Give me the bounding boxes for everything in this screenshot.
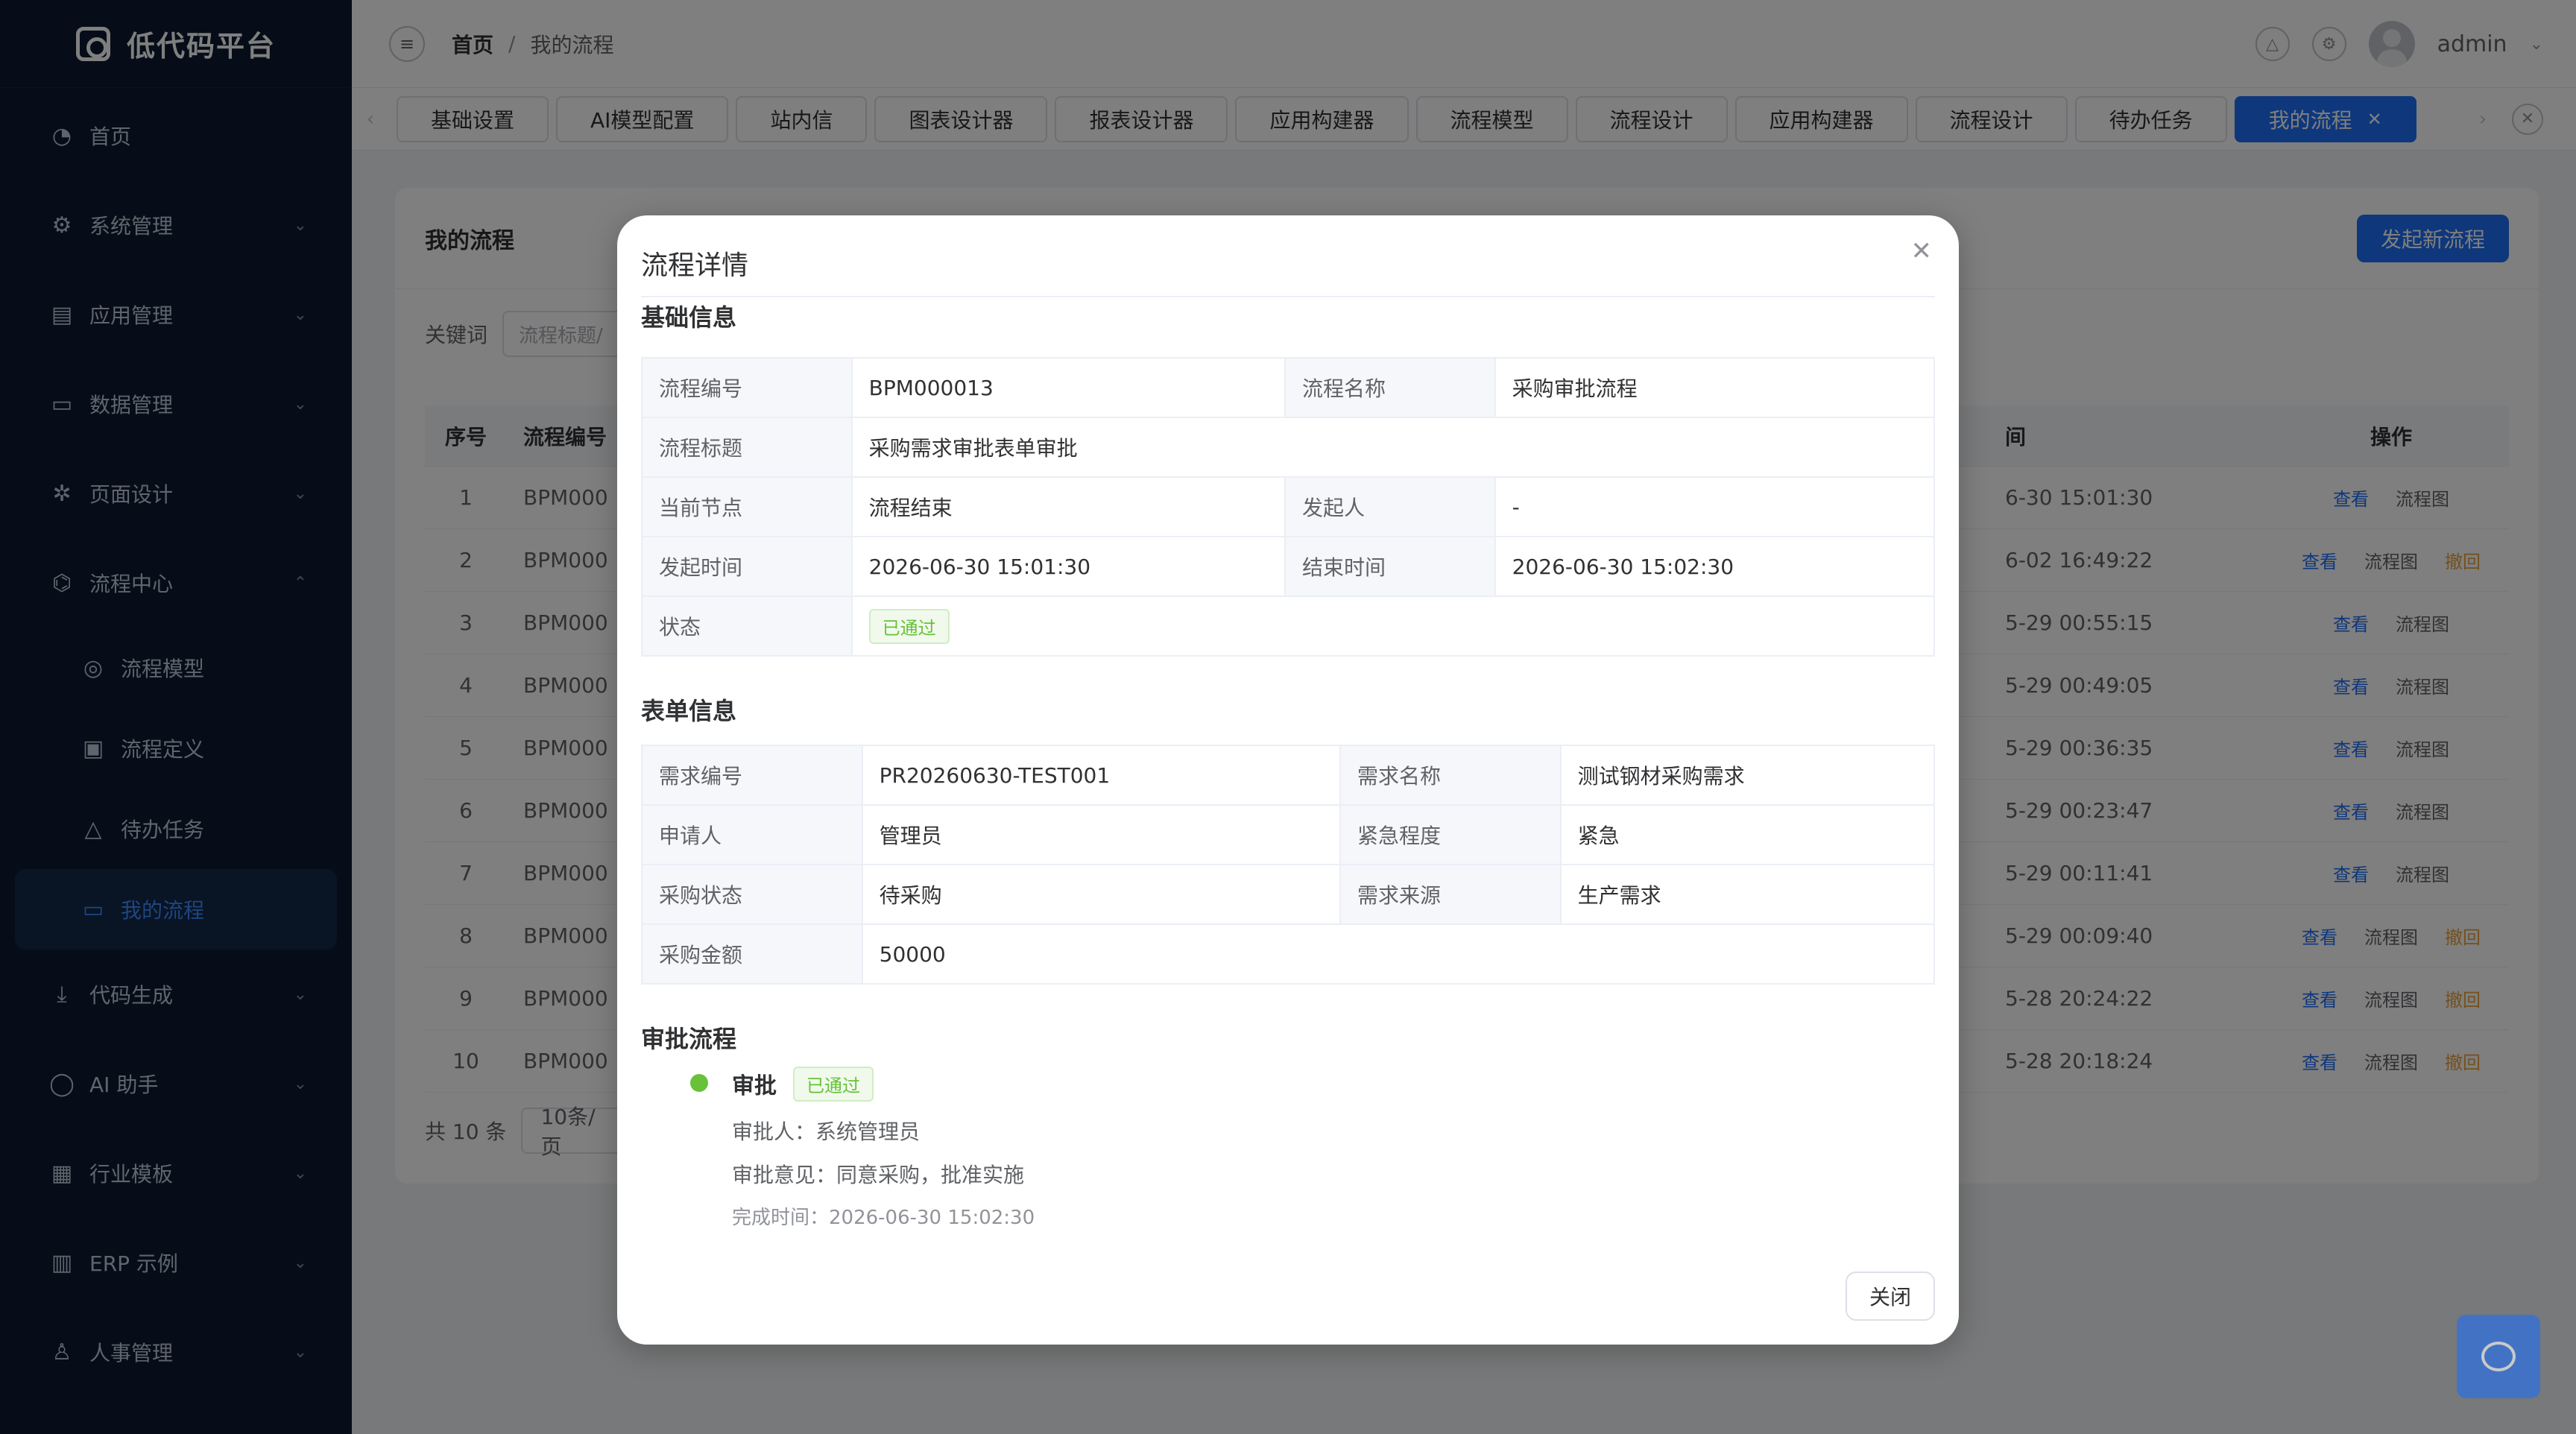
value-end-time: 2026-06-30 15:02:30 xyxy=(1494,536,1936,597)
modal-divider xyxy=(641,296,1935,297)
label-current-node: 当前节点 xyxy=(641,476,853,537)
form-info-table: 需求编号 PR20260630-TEST001 需求名称 测试钢材采购需求 申请… xyxy=(641,745,1936,985)
value-amount: 50000 xyxy=(861,923,1936,985)
approver-text: 审批人：系统管理员 xyxy=(732,1119,921,1144)
chat-icon xyxy=(2481,1342,2516,1371)
flow-detail-modal: 流程详情 ✕ 基础信息 流程编号 BPM000013 流程名称 采购审批流程 流… xyxy=(617,215,1959,1345)
label-urgency: 紧急程度 xyxy=(1339,804,1562,865)
status-badge: 已通过 xyxy=(868,608,950,644)
label-amount: 采购金额 xyxy=(641,923,863,985)
value-applicant: 管理员 xyxy=(861,804,1342,865)
value-req-no: PR20260630-TEST001 xyxy=(861,745,1342,806)
opinion-text: 审批意见：同意采购，批准实施 xyxy=(732,1163,1025,1187)
timeline-status-badge: 已通过 xyxy=(793,1066,874,1102)
close-button[interactable]: 关闭 xyxy=(1845,1272,1935,1321)
value-flow-title: 采购需求审批表单审批 xyxy=(850,417,1936,478)
label-end-time: 结束时间 xyxy=(1284,536,1496,597)
label-flow-code: 流程编号 xyxy=(641,357,853,418)
value-urgency: 紧急 xyxy=(1559,804,1936,865)
value-flow-name: 采购审批流程 xyxy=(1494,357,1936,418)
timeline-dot xyxy=(690,1074,708,1092)
close-icon[interactable]: ✕ xyxy=(1911,236,1933,266)
label-flow-title: 流程标题 xyxy=(641,417,853,478)
label-applicant: 申请人 xyxy=(641,804,863,865)
label-req-no: 需求编号 xyxy=(641,745,863,806)
value-start-time: 2026-06-30 15:01:30 xyxy=(850,536,1287,597)
modal-title: 流程详情 xyxy=(641,250,749,281)
chat-float-button[interactable] xyxy=(2457,1315,2540,1398)
finish-time-text: 完成时间：2026-06-30 15:02:30 xyxy=(732,1207,1035,1229)
label-flow-name: 流程名称 xyxy=(1284,357,1496,418)
approval-flow-title: 审批流程 xyxy=(641,1025,737,1053)
value-status: 已通过 xyxy=(850,596,1936,657)
label-start-time: 发起时间 xyxy=(641,536,853,597)
value-starter: - xyxy=(1494,476,1936,537)
value-req-name: 测试钢材采购需求 xyxy=(1559,745,1936,806)
timeline-node-title: 审批 xyxy=(732,1073,777,1099)
approval-timeline: 审批 已通过 审批人：系统管理员 审批意见：同意采购，批准实施 完成时间：202… xyxy=(690,1065,1035,1230)
value-current-node: 流程结束 xyxy=(850,476,1287,537)
value-flow-code: BPM000013 xyxy=(850,357,1287,418)
basic-info-title: 基础信息 xyxy=(641,303,737,332)
value-purchase-status: 待采购 xyxy=(861,864,1342,925)
label-purchase-status: 采购状态 xyxy=(641,864,863,925)
label-req-source: 需求来源 xyxy=(1339,864,1562,925)
label-status: 状态 xyxy=(641,596,853,657)
value-req-source: 生产需求 xyxy=(1559,864,1936,925)
label-starter: 发起人 xyxy=(1284,476,1496,537)
label-req-name: 需求名称 xyxy=(1339,745,1562,806)
form-info-title: 表单信息 xyxy=(641,697,737,725)
basic-info-table: 流程编号 BPM000013 流程名称 采购审批流程 流程标题 采购需求审批表单… xyxy=(641,357,1936,657)
timeline-item: 审批 已通过 审批人：系统管理员 审批意见：同意采购，批准实施 完成时间：202… xyxy=(732,1065,1035,1230)
